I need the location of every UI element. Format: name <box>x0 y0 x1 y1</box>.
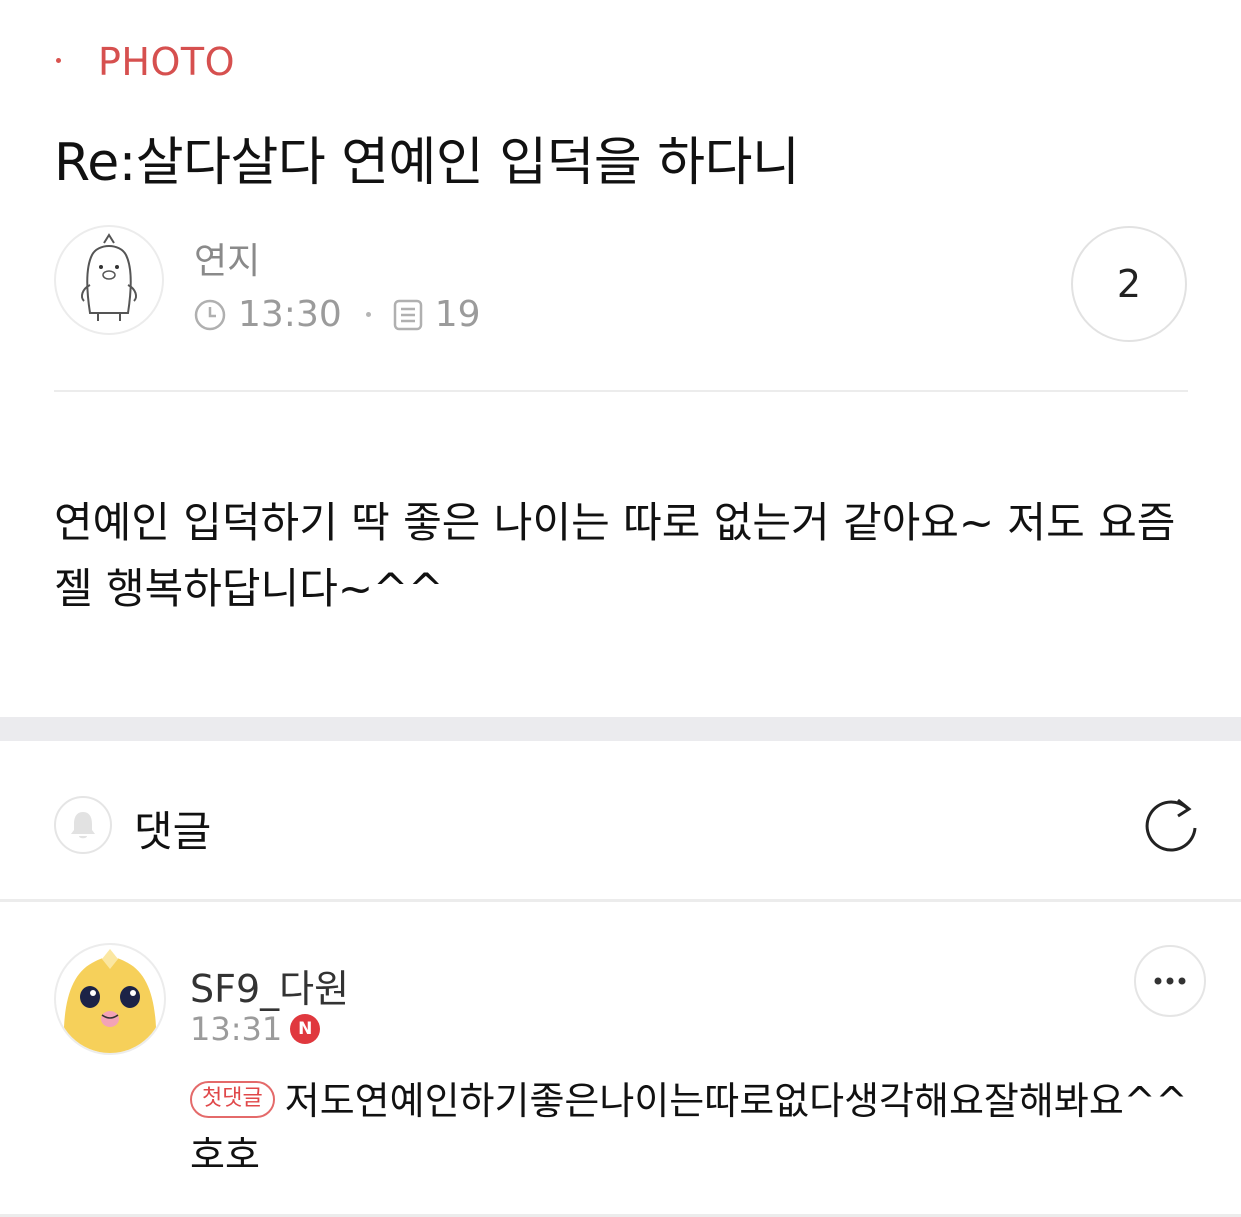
comment-author[interactable]: SF9_다원 <box>190 958 349 1013</box>
post-title: Re:살다살다 연예인 입덕을 하다니 <box>54 133 800 193</box>
author-name[interactable]: 연지 <box>194 232 260 284</box>
meta-separator <box>365 312 371 317</box>
post-body: 연예인 입덕하기 딱 좋은 나이는 따로 없는거 같아요~ 저도 요즘 젤 행복… <box>54 498 1176 613</box>
clock-icon <box>194 299 226 330</box>
yellow-character-avatar-icon <box>63 945 157 1053</box>
author-avatar[interactable] <box>54 225 164 335</box>
comment-time: 13:31 <box>190 1010 283 1048</box>
category-label[interactable]: PHOTO <box>98 40 235 84</box>
bell-icon <box>71 812 95 839</box>
notify-button[interactable] <box>54 796 112 854</box>
comment-count-button[interactable]: 2 <box>1071 226 1187 342</box>
new-badge: N <box>290 1014 321 1044</box>
section-separator <box>0 717 1241 741</box>
comment-text: 저도연예인하기좋은나이는따로없다생각해요잘해봐요^^호호 <box>190 1079 1188 1177</box>
commenter-avatar[interactable] <box>54 943 166 1055</box>
comment-body: 첫댓글 저도연예인하기좋은나이는따로없다생각해요잘해봐요^^호호 <box>190 1074 1190 1182</box>
category-bullet <box>56 58 61 63</box>
refresh-button[interactable] <box>1140 794 1202 856</box>
first-comment-badge: 첫댓글 <box>190 1081 275 1118</box>
post-time: 13:30 <box>238 294 342 335</box>
comments-title: 댓글 <box>134 807 212 856</box>
refresh-icon <box>1145 798 1197 852</box>
more-dots-icon <box>1154 977 1186 985</box>
penguin-avatar-icon <box>81 233 137 321</box>
divider <box>0 899 1241 902</box>
comment-meta: 13:31 N <box>190 1010 321 1048</box>
divider <box>54 390 1188 392</box>
post-meta: 13:30 19 <box>194 294 481 335</box>
document-icon <box>393 299 422 330</box>
post-views: 19 <box>434 294 481 335</box>
comment-more-button[interactable] <box>1134 945 1206 1017</box>
